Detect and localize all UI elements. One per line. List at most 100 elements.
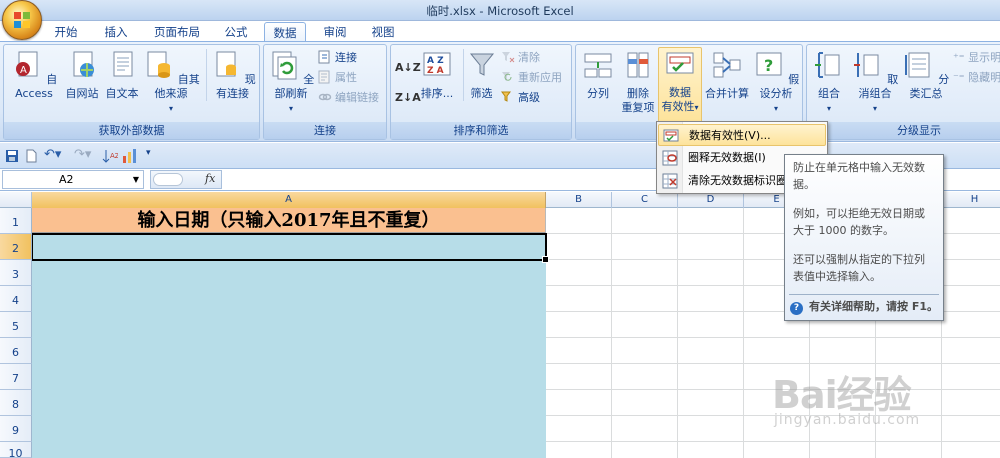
existing-connections-icon: [216, 51, 237, 77]
formula-buttons: fx: [150, 170, 222, 189]
group-label-text: 组合: [818, 87, 840, 100]
group-label: 分级显示: [807, 122, 1000, 139]
data-validation-label-1: 数据: [669, 86, 691, 99]
from-access-button[interactable]: A 自 Access: [6, 49, 62, 101]
subtotal-icon: [904, 52, 930, 78]
tab-page-layout[interactable]: 页面布局: [146, 22, 208, 42]
access-icon: A: [15, 51, 38, 77]
window-title: 临时.xlsx - Microsoft Excel: [426, 4, 574, 18]
edit-links-button[interactable]: 编辑链接: [318, 89, 379, 107]
subtotal-button[interactable]: 分类汇总: [901, 49, 951, 101]
tab-data[interactable]: 数据: [264, 22, 306, 42]
chart-icon[interactable]: [122, 148, 138, 164]
svg-text:AZ: AZ: [110, 152, 118, 160]
row-header-4[interactable]: 4: [0, 286, 32, 312]
text-to-columns-button[interactable]: 分列: [578, 49, 618, 101]
refresh-icon: [272, 51, 297, 80]
row-header-5[interactable]: 5: [0, 312, 32, 338]
row-header-1[interactable]: 1: [0, 208, 32, 234]
data-validation-label-2: 有效性: [661, 100, 695, 113]
from-text-button[interactable]: 自文本: [102, 49, 142, 101]
properties-icon: [318, 70, 330, 84]
clear-label: 清除: [518, 51, 540, 64]
select-all-corner[interactable]: [0, 192, 32, 208]
office-button[interactable]: [2, 0, 42, 40]
sort-ascending-small-icon[interactable]: AZ: [102, 149, 118, 163]
consolidate-button[interactable]: 合并计算: [704, 49, 750, 101]
properties-button[interactable]: 属性: [318, 69, 357, 87]
funnel-icon: [469, 53, 494, 76]
row-header-2[interactable]: 2: [0, 234, 32, 260]
advanced-label: 高级: [518, 91, 540, 104]
row-header-9[interactable]: 9: [0, 416, 32, 442]
watermark-url: jingyan.baidu.com: [774, 412, 921, 428]
group-label: 连接: [264, 122, 386, 139]
what-if-icon: ?: [756, 52, 782, 76]
name-box-dropdown-icon[interactable]: ▼: [133, 171, 139, 188]
from-other-sources-button[interactable]: 自其他来源 ▾: [140, 49, 202, 116]
clear-filter-button[interactable]: 清除: [501, 49, 540, 67]
column-header-a[interactable]: A: [32, 192, 546, 208]
active-cell-a2[interactable]: [31, 233, 549, 263]
row-header-8[interactable]: 8: [0, 390, 32, 416]
sort-button[interactable]: A ZZ A 排序...: [419, 49, 455, 101]
clear-filter-icon: [502, 52, 515, 63]
menu-item-label: 清除无效数据标识圈: [688, 174, 787, 187]
undo-icon[interactable]: ↶▾: [44, 147, 61, 162]
svg-text:A Z: A Z: [427, 56, 444, 66]
existing-connections-button[interactable]: 现有连接: [206, 49, 258, 101]
new-document-icon[interactable]: [24, 149, 38, 163]
other-sources-icon: [147, 51, 171, 78]
save-icon[interactable]: [5, 149, 19, 163]
show-detail-label: 显示明: [968, 51, 1000, 64]
tab-review[interactable]: 审阅: [314, 22, 356, 42]
tab-view[interactable]: 视图: [364, 22, 402, 42]
column-header-h[interactable]: H: [942, 192, 1000, 208]
data-validation-button[interactable]: 数据 有效性▾: [658, 47, 702, 123]
ungroup-button[interactable]: 取消组合 ▾: [849, 49, 901, 116]
sort-descending-button[interactable]: Z↓A: [395, 89, 421, 107]
tooltip-description: 防止在单元格中输入无效数据。: [793, 161, 925, 191]
show-detail-button[interactable]: ⁺⁼ 显示明: [953, 49, 1000, 67]
name-box[interactable]: A2 ▼: [2, 170, 144, 189]
column-header-d[interactable]: D: [678, 192, 744, 208]
tab-home[interactable]: 开始: [46, 22, 86, 42]
sort-za-icon: Z↓A: [395, 91, 421, 104]
advanced-filter-button[interactable]: 高级: [501, 89, 540, 107]
menu-item-data-validation[interactable]: 数据有效性(V)...: [658, 124, 826, 146]
filter-label: 筛选: [470, 87, 493, 100]
insert-function-button[interactable]: fx: [205, 172, 215, 185]
formula-round-button[interactable]: [153, 173, 183, 186]
row-header-3[interactable]: 3: [0, 260, 32, 286]
group-rows-icon: [815, 52, 840, 78]
remove-duplicates-button[interactable]: 删除 重复项: [618, 49, 658, 115]
reapply-label: 重新应用: [518, 71, 562, 84]
tab-formulas[interactable]: 公式: [216, 22, 256, 42]
what-if-analysis-button[interactable]: ? 假设分析 ▾: [752, 49, 800, 116]
row-header-7[interactable]: 7: [0, 364, 32, 390]
from-web-button[interactable]: 自网站: [62, 49, 102, 101]
cell-a1[interactable]: 输入日期（只输入2017年且不重复）: [32, 208, 546, 233]
reapply-button[interactable]: 重新应用: [501, 69, 562, 87]
sort-ascending-button[interactable]: A↓Z: [395, 59, 421, 77]
customize-qat-icon[interactable]: ▾: [146, 148, 151, 158]
data-validation-icon: [666, 52, 694, 74]
circle-invalid-icon: [662, 150, 678, 166]
connections-button[interactable]: 连接: [318, 49, 357, 67]
row-header-10[interactable]: 10: [0, 442, 32, 458]
row-header-6[interactable]: 6: [0, 338, 32, 364]
redo-icon[interactable]: ↷▾: [74, 147, 91, 162]
watermark-brand: Bai经验: [772, 373, 912, 417]
tooltip-separator: [789, 294, 939, 295]
remove-duplicates-icon: [627, 52, 649, 78]
column-header-b[interactable]: B: [546, 192, 612, 208]
column-a-fill[interactable]: [32, 234, 546, 458]
from-web-label: 自网站: [65, 87, 99, 100]
column-header-c[interactable]: C: [612, 192, 678, 208]
hide-detail-button[interactable]: ⁻⁼ 隐藏明: [953, 69, 1000, 87]
group-sort-filter: 排序和筛选 A↓Z Z↓A A ZZ A 排序... 筛选 清除 重新应用 高级: [390, 44, 572, 140]
filter-button[interactable]: 筛选: [463, 49, 499, 101]
refresh-all-button[interactable]: 全部刷新 ▾: [266, 49, 316, 116]
group-button[interactable]: 组合 ▾: [809, 49, 849, 116]
tab-insert[interactable]: 插入: [96, 22, 136, 42]
